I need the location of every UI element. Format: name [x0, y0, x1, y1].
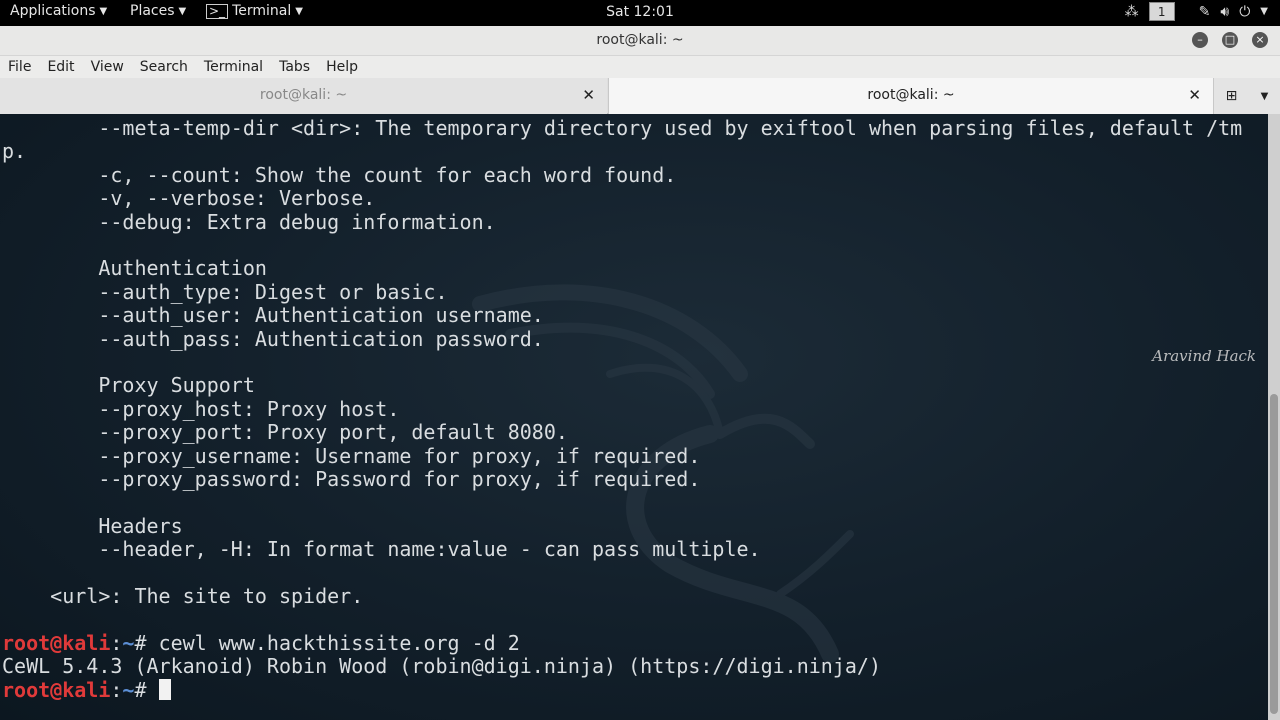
terminal-line: Proxy Support: [2, 373, 255, 398]
clock[interactable]: Sat 12:01: [0, 4, 1280, 20]
prompt-hash: #: [134, 677, 159, 702]
brush-icon[interactable]: ✎: [1199, 4, 1211, 20]
scrollbar[interactable]: [1268, 114, 1280, 720]
chevron-down-icon[interactable]: ▼: [1260, 6, 1268, 17]
close-icon[interactable]: ✕: [1188, 86, 1201, 104]
window-title: root@kali: ~: [596, 32, 684, 48]
power-icon[interactable]: ⏻: [1239, 4, 1250, 20]
terminal-line: --proxy_username: Username for proxy, if…: [2, 443, 701, 468]
terminal-line: --auth_pass: Authentication password.: [2, 326, 544, 351]
scrollbar-thumb[interactable]: [1270, 394, 1278, 714]
terminal-line: --auth_user: Authentication username.: [2, 303, 544, 328]
terminal-line: --auth_type: Digest or basic.: [2, 279, 448, 304]
window-controls: – □ ×: [1192, 32, 1268, 48]
prompt-line: root@kali:~# cewl www.hackthissite.org -…: [2, 630, 1242, 655]
menu-view[interactable]: View: [91, 56, 124, 78]
network-icon[interactable]: ⁂: [1125, 4, 1139, 20]
terminal-line: -v, --verbose: Verbose.: [2, 186, 376, 211]
tab-label: root@kali: ~: [867, 87, 955, 103]
terminal-line: --header, -H: In format name:value - can…: [2, 537, 761, 562]
menu-search[interactable]: Search: [140, 56, 188, 78]
tab-tools: ⊞ ▼: [1214, 78, 1280, 114]
close-icon[interactable]: ✕: [582, 86, 595, 104]
menubar: File Edit View Search Terminal Tabs Help: [0, 56, 1280, 78]
terminal-line: p.: [2, 139, 27, 164]
maximize-icon[interactable]: □: [1222, 32, 1238, 48]
prompt-separator: :: [110, 677, 123, 702]
prompt-dir: ~: [122, 630, 135, 655]
tab-label: root@kali: ~: [259, 87, 348, 103]
top-panel: Applications ▼ Places ▼ >_ Terminal ▼ Sa…: [0, 0, 1280, 26]
workspace-indicator[interactable]: 1: [1148, 2, 1175, 21]
terminal-line: <url>: The site to spider.: [2, 584, 364, 609]
tab-active[interactable]: root@kali: ~ ✕: [608, 78, 1214, 114]
terminal-line: --proxy_port: Proxy port, default 8080.: [2, 420, 568, 445]
watermark: Aravind Hack: [1152, 347, 1256, 365]
menu-help[interactable]: Help: [326, 56, 358, 78]
terminal-line: --debug: Extra debug information.: [2, 209, 496, 234]
prompt-user: root@kali: [2, 630, 111, 655]
volume-icon[interactable]: 🔊︎: [1220, 4, 1229, 20]
menu-edit[interactable]: Edit: [47, 56, 74, 78]
new-tab-icon[interactable]: ⊞: [1226, 88, 1238, 104]
terminal-output: --meta-temp-dir <dir>: The temporary dir…: [2, 116, 1243, 702]
terminal-line: --proxy_password: Password for proxy, if…: [2, 467, 701, 492]
terminal-view[interactable]: --meta-temp-dir <dir>: The temporary dir…: [0, 114, 1268, 720]
menu-file[interactable]: File: [8, 56, 31, 78]
close-icon[interactable]: ×: [1252, 32, 1268, 48]
terminal-line: Authentication: [2, 256, 267, 281]
chevron-down-icon[interactable]: ▼: [1261, 91, 1269, 102]
command-text: cewl www.hackthissite.org -d 2: [158, 630, 520, 655]
prompt-hash: #: [134, 630, 159, 655]
cursor[interactable]: [158, 678, 171, 700]
prompt-user: root@kali: [2, 677, 111, 702]
tab-inactive[interactable]: root@kali: ~ ✕: [0, 78, 607, 114]
tab-bar: root@kali: ~ ✕ root@kali: ~ ✕ ⊞ ▼: [0, 78, 1280, 114]
menu-terminal[interactable]: Terminal: [204, 56, 263, 78]
system-tray: ⁂ 1 ✎ 🔊︎ ⏻ ▼: [1125, 2, 1268, 21]
prompt-dir: ~: [122, 677, 135, 702]
window-titlebar[interactable]: root@kali: ~ – □ ×: [0, 26, 1280, 56]
prompt-separator: :: [110, 630, 123, 655]
command-output: CeWL 5.4.3 (Arkanoid) Robin Wood (robin@…: [2, 654, 881, 679]
menu-tabs[interactable]: Tabs: [279, 56, 310, 78]
minimize-icon[interactable]: –: [1192, 32, 1208, 48]
terminal-line: -c, --count: Show the count for each wor…: [2, 162, 677, 187]
prompt-line: root@kali:~#: [2, 677, 1242, 702]
terminal-line: Headers: [2, 513, 183, 538]
terminal-line: --meta-temp-dir <dir>: The temporary dir…: [2, 116, 1243, 140]
terminal-line: --proxy_host: Proxy host.: [2, 396, 400, 421]
